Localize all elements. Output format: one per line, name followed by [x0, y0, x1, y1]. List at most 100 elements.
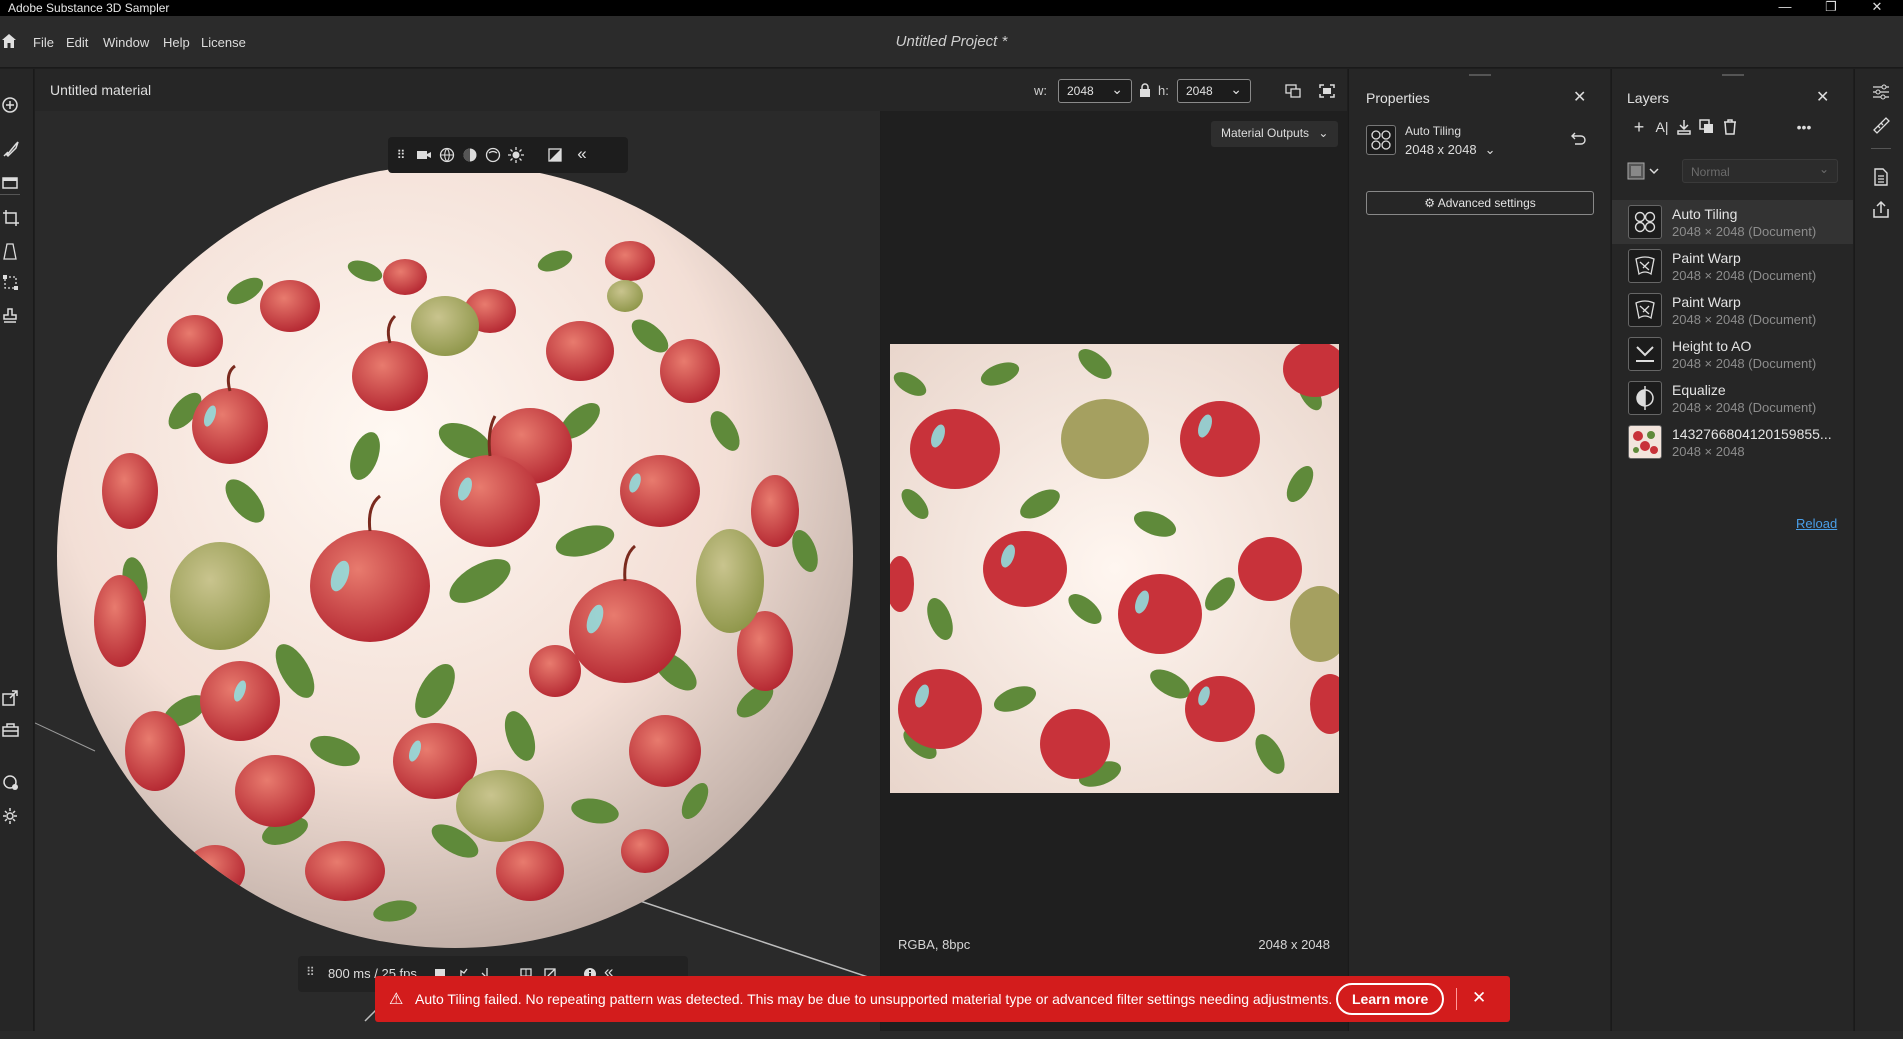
- advanced-settings-button[interactable]: ⚙ Advanced settings: [1366, 191, 1594, 215]
- layer-stack-icon[interactable]: [2, 173, 22, 193]
- layer-item[interactable]: Height to AO 2048 × 2048 (Document): [1612, 332, 1853, 376]
- share-icon[interactable]: [1871, 200, 1891, 220]
- layer-name: Equalize: [1672, 382, 1726, 398]
- menu-file[interactable]: File: [33, 35, 54, 50]
- camera-icon[interactable]: [414, 145, 434, 165]
- menu-window[interactable]: Window: [103, 35, 149, 50]
- add-layer-icon[interactable]: +: [1630, 118, 1648, 136]
- restore-button[interactable]: ❐: [1808, 0, 1854, 15]
- height-select[interactable]: 2048 ⌄: [1177, 79, 1251, 103]
- menu-edit[interactable]: Edit: [66, 35, 88, 50]
- perspective-icon[interactable]: [2, 242, 22, 262]
- advanced-settings-label: Advanced settings: [1437, 196, 1536, 210]
- app-title: Adobe Substance 3D Sampler: [8, 1, 170, 15]
- layer-name: Auto Tiling: [1672, 206, 1738, 222]
- error-message: Auto Tiling failed. No repeating pattern…: [415, 991, 1333, 1007]
- texture-preview[interactable]: [890, 344, 1339, 793]
- merge-down-icon[interactable]: [1675, 118, 1693, 136]
- layer-name: 1432766804120159855...: [1672, 426, 1832, 442]
- material-outputs-dropdown[interactable]: Material Outputs ⌄: [1211, 121, 1339, 147]
- auto-tiling-icon: [1366, 125, 1396, 155]
- crop-icon[interactable]: [2, 209, 22, 229]
- reload-link[interactable]: Reload: [1796, 516, 1837, 531]
- blend-mode-select[interactable]: Normal ⌄: [1682, 159, 1838, 183]
- settings-icon[interactable]: [2, 807, 22, 827]
- material-outputs-label: Material Outputs: [1221, 126, 1310, 140]
- lock-icon[interactable]: [1139, 83, 1151, 97]
- export-icon[interactable]: [2, 689, 22, 709]
- filter-size-select[interactable]: 2048 x 2048 ⌄: [1405, 142, 1495, 158]
- close-icon[interactable]: ✕: [1816, 87, 1829, 107]
- view-mode-icon[interactable]: [1285, 84, 1301, 98]
- layer-item[interactable]: Paint Warp 2048 × 2048 (Document): [1612, 288, 1853, 332]
- panel-drag-handle[interactable]: [1469, 74, 1491, 76]
- height-to-ao-icon: [1628, 337, 1662, 371]
- layer-size: 2048 × 2048 (Document): [1672, 268, 1817, 283]
- width-value: 2048: [1067, 84, 1094, 98]
- collapse-toolbar-icon[interactable]: «: [572, 145, 592, 165]
- chevron-down-icon: ⌄: [1318, 126, 1329, 140]
- sphere-preview[interactable]: [35, 111, 880, 1031]
- add-icon[interactable]: [2, 95, 22, 115]
- document-icon[interactable]: [1871, 167, 1891, 187]
- menu-license[interactable]: License: [201, 35, 246, 50]
- equalize-icon: [1628, 381, 1662, 415]
- fullscreen-icon[interactable]: [1319, 84, 1335, 98]
- menu-bar: File Edit Window Help License Untitled P…: [0, 16, 1903, 68]
- viewport-header: Untitled material w: 2048 ⌄ h: 2048 ⌄: [35, 69, 1347, 111]
- error-toast: ⚠ Auto Tiling failed. No repeating patte…: [375, 976, 1510, 1022]
- adjustments-icon[interactable]: [1871, 82, 1891, 102]
- material-sphere-icon[interactable]: [460, 145, 480, 165]
- reset-icon[interactable]: [1571, 131, 1587, 145]
- environment-icon[interactable]: [483, 145, 503, 165]
- toolbar-divider: [0, 194, 20, 195]
- menu-help[interactable]: Help: [163, 35, 190, 50]
- layer-item[interactable]: Equalize 2048 × 2048 (Document): [1612, 376, 1853, 420]
- light-icon[interactable]: [506, 145, 526, 165]
- layer-item[interactable]: Auto Tiling 2048 × 2048 (Document): [1612, 200, 1853, 244]
- format-label: RGBA, 8bpc: [898, 937, 971, 952]
- layer-mask-dropdown[interactable]: [1626, 159, 1662, 183]
- toolbox-icon[interactable]: [2, 721, 22, 741]
- status-bar: [0, 1031, 1903, 1039]
- layer-item[interactable]: Paint Warp 2048 × 2048 (Document): [1612, 244, 1853, 288]
- filter-size: 2048 x 2048: [1405, 142, 1477, 157]
- globe-icon[interactable]: [437, 145, 457, 165]
- viewport-3d[interactable]: ⠿ « ⠿ 800 ms / 25 fps «: [35, 111, 880, 1031]
- minimize-button[interactable]: —: [1762, 0, 1808, 14]
- width-select[interactable]: 2048 ⌄: [1058, 79, 1132, 103]
- properties-title: Properties: [1366, 90, 1430, 106]
- display-settings-icon[interactable]: [545, 145, 565, 165]
- left-toolbar: [0, 69, 34, 1039]
- toolbar-divider: [1871, 148, 1891, 149]
- learn-more-button[interactable]: Learn more: [1336, 983, 1445, 1015]
- chevron-down-icon: ⌄: [1230, 81, 1242, 97]
- paint-warp-icon: [1628, 293, 1662, 327]
- view-2d[interactable]: Material Outputs ⌄ RGBA, 8bpc 2048 x 204…: [881, 111, 1347, 1031]
- duplicate-icon[interactable]: [1698, 118, 1716, 136]
- layer-size: 2048 × 2048 (Document): [1672, 400, 1817, 415]
- add-text-layer-icon[interactable]: A|: [1653, 118, 1671, 136]
- close-icon[interactable]: ✕: [1573, 87, 1586, 107]
- launch-icon[interactable]: [2, 140, 22, 160]
- more-options-icon[interactable]: •••: [1795, 118, 1813, 136]
- layer-name: Paint Warp: [1672, 294, 1741, 310]
- drag-handle-icon[interactable]: ⠿: [306, 965, 315, 979]
- close-window-button[interactable]: ✕: [1854, 0, 1900, 15]
- drag-handle-icon[interactable]: ⠿: [391, 145, 411, 165]
- stamp-icon[interactable]: [2, 307, 22, 327]
- close-icon[interactable]: ✕: [1472, 988, 1486, 1008]
- measure-icon[interactable]: [1871, 115, 1891, 135]
- panel-drag-handle[interactable]: [1722, 74, 1744, 76]
- transform-icon[interactable]: [2, 274, 22, 294]
- warning-icon: ⚠: [389, 991, 404, 1008]
- layer-item[interactable]: 1432766804120159855... 2048 × 2048: [1612, 420, 1853, 464]
- trash-icon[interactable]: [1721, 118, 1739, 136]
- layers-panel: Layers ✕ + A| ••• Normal ⌄ Auto Tiling 2…: [1611, 69, 1853, 1031]
- filter-name: Auto Tiling: [1405, 124, 1462, 138]
- gear-icon: ⚙: [1424, 196, 1436, 210]
- width-label: w:: [1034, 83, 1047, 98]
- title-bar: Adobe Substance 3D Sampler — ❐ ✕: [0, 0, 1903, 16]
- home-icon[interactable]: [1, 33, 17, 49]
- material-settings-icon[interactable]: [2, 774, 22, 794]
